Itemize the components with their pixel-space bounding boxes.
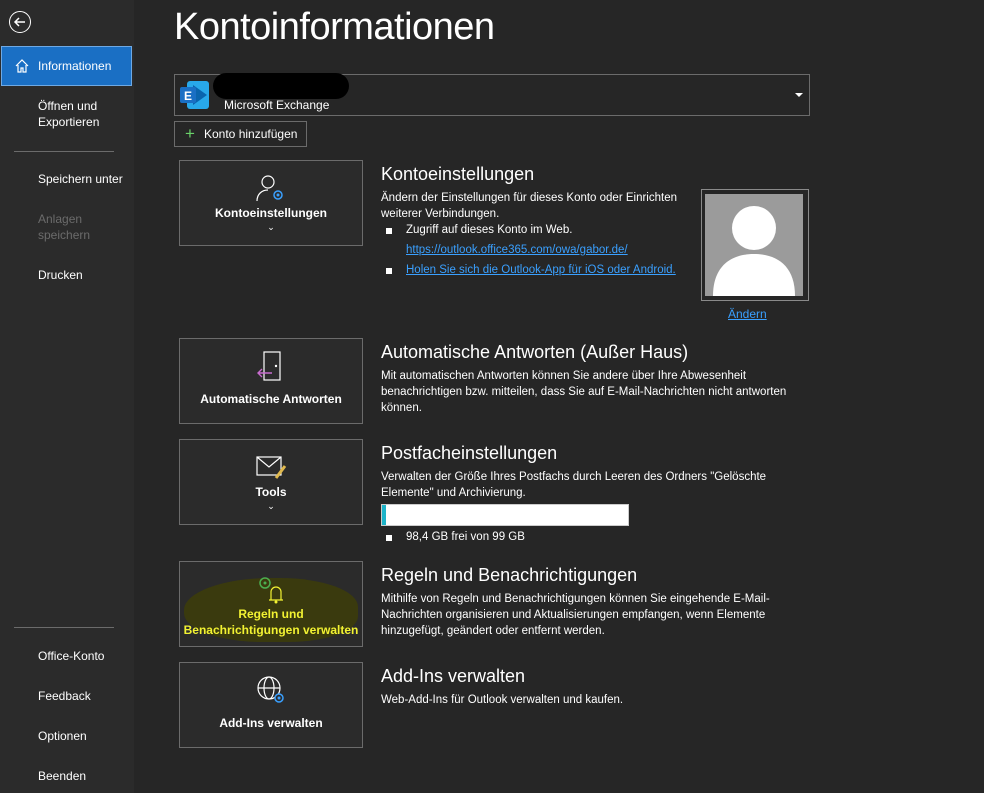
nav-item-drucken[interactable]: Drucken [0, 267, 134, 283]
rules-bell-icon [259, 577, 283, 604]
redacted-account-name [213, 73, 349, 99]
auto-reply-tile[interactable]: Automatische Antworten [179, 338, 363, 424]
backstage-sidebar: Informationen Öffnen und Exportieren Spe… [0, 0, 134, 793]
section-title-rules: Regeln und Benachrichtigungen [381, 565, 638, 585]
tile-label: Benachrichtigungen verwalten [183, 623, 359, 637]
chevron-down-icon: ⌄ [267, 222, 275, 232]
nav-item-label: Anlagen speichern [38, 212, 91, 242]
nav-item-label: Speichern unter [38, 172, 123, 186]
section-title-addins: Add-Ins verwalten [381, 666, 526, 686]
mailbox-usage-fill [382, 505, 386, 525]
nav-item-label: Informationen [38, 59, 112, 73]
plus-icon: + [185, 124, 195, 143]
sidebar-divider [14, 151, 114, 152]
svg-text:E: E [184, 89, 192, 103]
nav-item-optionen[interactable]: Optionen [0, 728, 134, 744]
add-account-button[interactable]: + Konto hinzufügen [174, 121, 307, 147]
add-account-label: Konto hinzufügen [204, 127, 298, 141]
exchange-icon: E [180, 81, 209, 109]
bullet [386, 228, 392, 234]
page-title: Kontoinformationen [174, 6, 495, 48]
avatar[interactable] [701, 189, 809, 301]
nav-item-label: Beenden [38, 769, 87, 783]
bullet [386, 535, 392, 541]
tile-label: Regeln und [238, 607, 304, 621]
section-desc-addins: Web-Add-Ins für Outlook verwalten und ka… [381, 694, 624, 706]
nav-item-label: Office-Konto [38, 649, 105, 663]
nav-item-informationen[interactable]: Informationen [1, 46, 132, 86]
nav-item-beenden[interactable]: Beenden [0, 768, 134, 784]
tile-label: Tools [255, 485, 287, 499]
mail-tools-icon [256, 456, 287, 479]
section-desc-mailbox: Verwalten der Größe Ihres Postfachs durc… [381, 471, 767, 499]
tile-label: Kontoeinstellungen [215, 206, 327, 220]
nav-item-label: Drucken [38, 268, 83, 282]
section-desc-rules: Mithilfe von Regeln und Benachrichtigung… [381, 593, 770, 637]
section-title-account-settings: Kontoeinstellungen [381, 164, 535, 184]
section-title-mailbox: Postfacheinstellungen [381, 443, 558, 463]
tile-label: Automatische Antworten [200, 392, 342, 406]
section-desc-auto-reply: Mit automatischen Antworten können Sie a… [381, 370, 787, 414]
nav-item-office-konto[interactable]: Office-Konto [0, 648, 134, 664]
section-title-auto-reply: Automatische Antworten (Außer Haus) [381, 342, 689, 362]
door-exit-icon [257, 351, 281, 381]
account-settings-tile[interactable]: Kontoeinstellungen ⌄ [179, 160, 363, 246]
nav-item-label: Öffnen und Exportieren [38, 99, 100, 129]
section-desc-account-settings: Ändern der Einstellungen für dieses Kont… [381, 192, 677, 220]
rules-tile[interactable]: Regeln und Benachrichtigungen verwalten [179, 561, 363, 647]
mailbox-usage-bar [381, 504, 629, 526]
nav-item-feedback[interactable]: Feedback [0, 688, 134, 704]
main-content: Kontoinformationen E Microsoft Exchange … [134, 0, 984, 793]
nav-item-label: Optionen [38, 729, 87, 743]
bullet-text: Zugriff auf dieses Konto im Web. [406, 224, 573, 236]
sidebar-divider [14, 627, 114, 628]
globe-settings-icon [257, 676, 284, 703]
nav-item-oeffnen-exportieren[interactable]: Öffnen und Exportieren [0, 98, 120, 130]
nav-item-label: Feedback [38, 689, 91, 703]
addins-tile[interactable]: Add-Ins verwalten [179, 662, 363, 748]
account-type: Microsoft Exchange [224, 98, 330, 112]
mailbox-free-text: 98,4 GB frei von 99 GB [406, 531, 525, 543]
nav-item-anlagen-speichern: Anlagen speichern [0, 211, 100, 243]
tools-tile[interactable]: Tools ⌄ [179, 439, 363, 525]
outlook-app-link[interactable]: Holen Sie sich die Outlook-App für iOS o… [406, 264, 676, 276]
bullet [386, 268, 392, 274]
home-icon [15, 59, 29, 73]
nav-item-speichern-unter[interactable]: Speichern unter [0, 171, 134, 187]
user-settings-icon [256, 175, 283, 202]
chevron-down-icon: ⌄ [267, 501, 275, 511]
chevron-down-icon [795, 93, 803, 97]
change-avatar-link[interactable]: Ändern [728, 307, 767, 321]
tile-label: Add-Ins verwalten [219, 716, 323, 730]
account-selector[interactable]: E Microsoft Exchange [174, 73, 810, 116]
owa-link[interactable]: https://outlook.office365.com/owa/gabor.… [406, 244, 628, 256]
person-icon [713, 206, 795, 296]
back-arrow-icon[interactable] [9, 11, 31, 33]
